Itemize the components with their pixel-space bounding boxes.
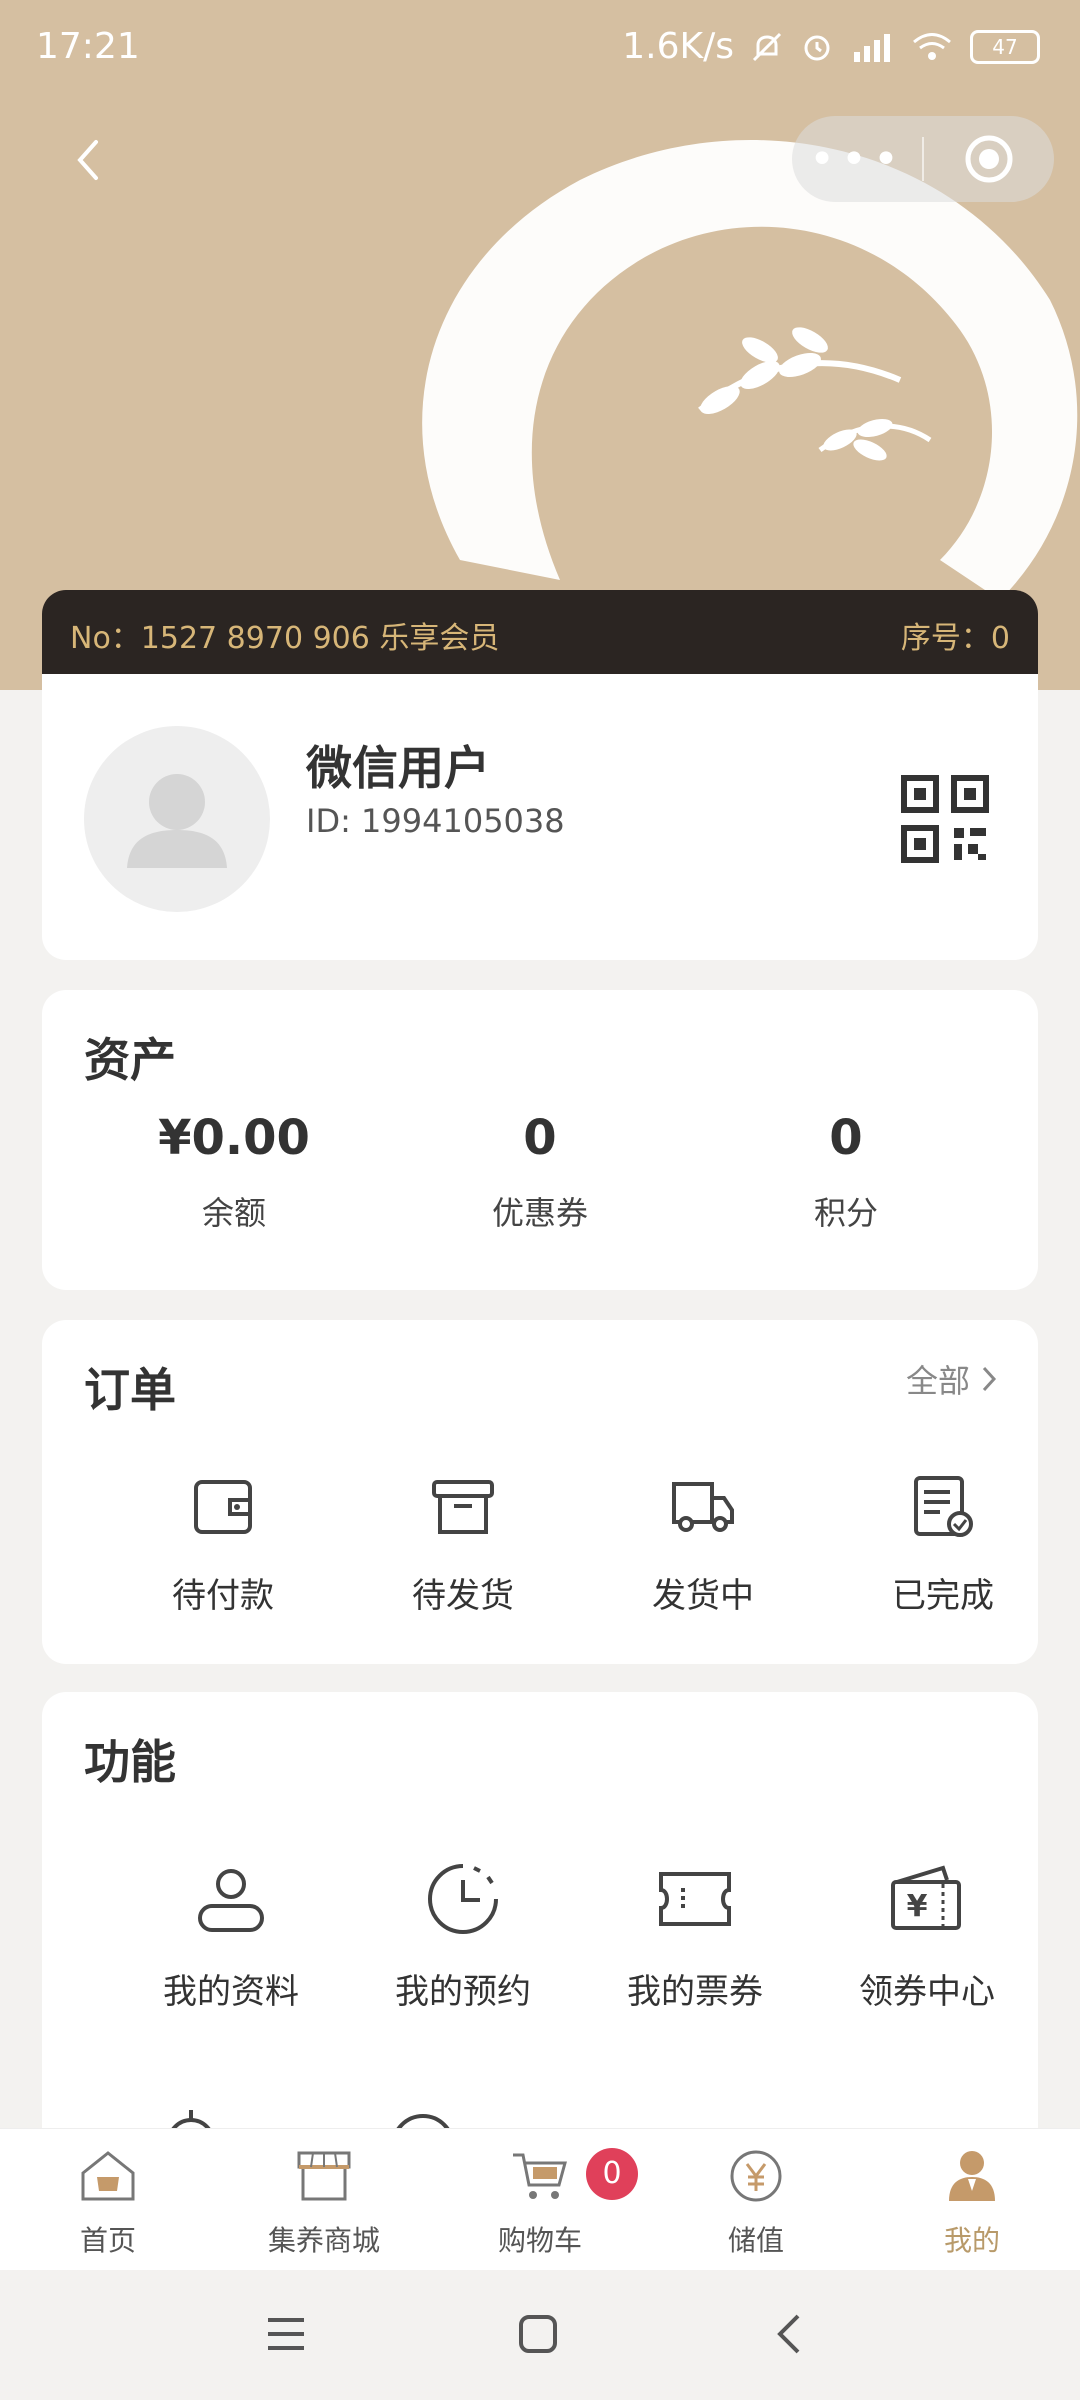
asset-points[interactable]: 0 积分 [696,1110,996,1234]
cart-count-badge: 0 [586,2148,638,2200]
default-avatar-icon [127,774,227,868]
clock-icon [428,1864,498,1934]
function-label: 领券中心 [859,1972,995,2012]
user-name: 微信用户 [306,741,490,795]
back-triangle-icon[interactable] [774,2312,804,2356]
all-orders-link[interactable]: 全部 [906,1356,998,1402]
system-nav-bar [0,2270,1080,2400]
order-label: 待付款 [172,1576,274,1616]
store-icon [297,2151,351,2201]
asset-balance[interactable]: ¥0.00 余额 [84,1110,384,1234]
home-icon [81,2151,135,2201]
asset-value: ¥0.00 [158,1110,310,1166]
more-dots-icon[interactable]: ••• [792,134,922,185]
user-profile-icon [198,1869,264,1932]
tab-label: 购物车 [497,2224,582,2257]
user-id: ID: 1994105038 [306,802,565,840]
ticket-icon [659,1872,731,1926]
battery-indicator: 47 [970,29,1040,64]
home-square-icon[interactable] [516,2312,560,2356]
asset-coupons[interactable]: 0 优惠券 [390,1110,690,1234]
box-icon [432,1480,494,1534]
close-target-icon[interactable] [924,133,1054,185]
order-label: 发货中 [652,1576,754,1616]
yuan-coin-icon [730,2150,782,2202]
checklist-icon [914,1476,973,1537]
order-completed[interactable]: 已完成 [828,1474,1058,1617]
function-label: 我的票券 [627,1972,763,2012]
back-arrow-icon[interactable] [60,130,120,190]
functions-title: 功能 [84,1735,176,1789]
menu-icon[interactable] [264,2314,308,2354]
function-label: 我的资料 [163,1972,299,2012]
function-my-booking[interactable]: 我的预约 [348,1862,578,2013]
alarm-icon [804,35,830,60]
brush-circle-decoration [422,140,1078,600]
assets-title: 资产 [84,1033,176,1087]
order-pending-payment[interactable]: 待付款 [108,1474,338,1617]
header-banner: 17:21 1.6K/s 47 ••• [0,0,1080,690]
tab-label: 我的 [943,2224,1000,2257]
function-my-profile[interactable]: 我的资料 [116,1862,346,2013]
functions-card: 功能 我的资料 我的预约 我的票券 ¥ 领券中心 [42,1692,1038,2152]
asset-label: 积分 [813,1194,878,1232]
order-label: 已完成 [892,1576,994,1616]
signal-icon [854,33,890,62]
status-time: 17:21 [36,26,140,67]
member-card-bar: No：1527 8970 906 乐享会员 序号：0 [42,590,1038,674]
svg-text:¥: ¥ [907,1889,928,1924]
orders-card: 订单 全部 待付款 待发货 发货中 已完成 [42,1320,1038,1664]
status-bar: 17:21 1.6K/s 47 [0,0,1080,96]
tab-store[interactable]: 集养商城 [234,2147,414,2259]
truck-icon [672,1482,734,1532]
wifi-icon [913,32,951,60]
cart-icon [513,2153,567,2199]
tab-home[interactable]: 首页 [18,2147,198,2259]
function-coupon-center[interactable]: ¥ 领券中心 [812,1862,1042,2013]
tab-label: 集养商城 [267,2224,380,2257]
order-pending-shipment[interactable]: 待发货 [348,1474,578,1617]
function-label: 我的预约 [395,1972,531,2012]
mini-program-capsule: ••• [792,116,1054,202]
profile-card: 微信用户 ID: 1994105038 [42,674,1038,960]
qr-code-icon[interactable] [900,774,990,864]
avatar[interactable] [84,726,270,912]
orders-title: 订单 [84,1363,176,1417]
person-icon [949,2151,995,2201]
tab-mine[interactable]: 我的 [882,2147,1062,2259]
all-orders-label: 全部 [905,1362,970,1400]
asset-value: 0 [523,1110,557,1166]
tab-label: 首页 [79,2224,136,2257]
network-speed: 1.6K/s [622,26,734,67]
asset-value: 0 [829,1110,863,1166]
order-shipping[interactable]: 发货中 [588,1474,818,1617]
chevron-right-icon [982,1366,997,1392]
coupon-wallet-icon: ¥ [891,1865,961,1930]
mute-bell-icon [752,32,782,61]
function-my-tickets[interactable]: 我的票券 [580,1862,810,2013]
bottom-tab-bar: 首页 集养商城 购物车 储值 我的 [0,2128,1080,2271]
asset-label: 余额 [201,1194,266,1232]
tab-label: 储值 [727,2224,784,2257]
member-sequence: 序号：0 [900,621,1010,656]
order-label: 待发货 [412,1576,514,1616]
tab-stored-value[interactable]: 储值 [666,2147,846,2259]
wallet-icon [194,1480,252,1534]
asset-label: 优惠券 [491,1194,588,1232]
member-number: No：1527 8970 906 乐享会员 [70,621,500,656]
assets-card: 资产 ¥0.00 余额 0 优惠券 0 积分 [42,990,1038,1290]
